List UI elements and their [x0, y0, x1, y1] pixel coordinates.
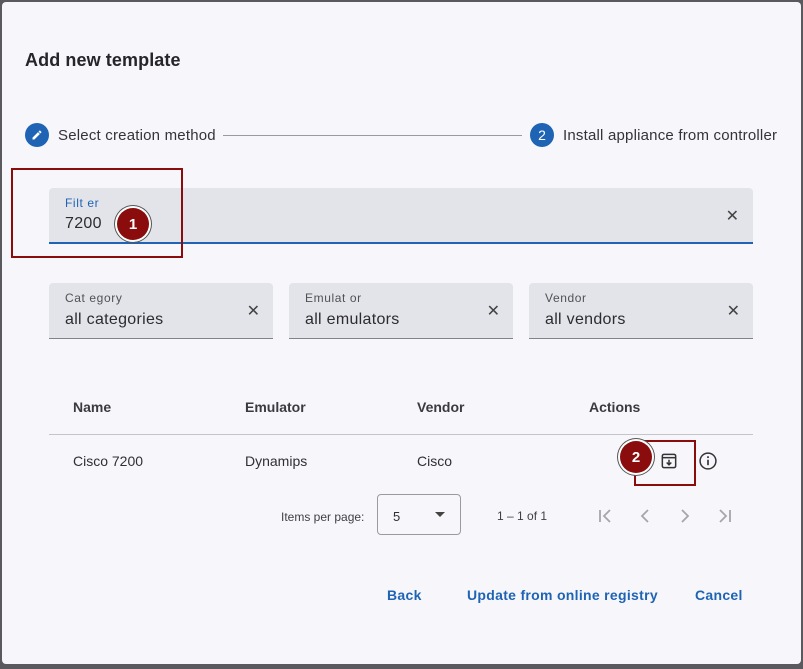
category-value: all categories	[65, 311, 164, 328]
close-icon[interactable]: ✕	[247, 304, 260, 320]
cancel-button[interactable]: Cancel	[695, 587, 743, 603]
cell-vendor: Cisco	[417, 453, 453, 469]
step-install-appliance[interactable]: 2 Install appliance from controller	[530, 123, 777, 147]
column-header-vendor[interactable]: Vendor	[417, 399, 464, 415]
update-registry-button[interactable]: Update from online registry	[467, 587, 658, 603]
next-page-icon[interactable]	[673, 504, 697, 528]
cell-name: Cisco 7200	[73, 453, 144, 469]
step-select-creation-method[interactable]: Select creation method	[25, 123, 216, 147]
page-size-value: 5	[393, 509, 401, 524]
column-header-emulator[interactable]: Emulator	[245, 399, 306, 415]
filter-highlight-box	[11, 168, 183, 258]
category-select[interactable]: Cat egory all categories ✕	[49, 283, 273, 339]
page-size-select[interactable]: 5	[377, 494, 461, 535]
back-button[interactable]: Back	[387, 587, 422, 603]
close-icon[interactable]: ✕	[726, 209, 739, 225]
column-header-actions: Actions	[589, 399, 641, 415]
last-page-icon[interactable]	[713, 504, 737, 528]
cell-emulator: Dynamips	[245, 453, 308, 469]
stepper-divider	[223, 135, 522, 136]
emulator-label: Emulat or	[305, 291, 362, 305]
category-label: Cat egory	[65, 291, 123, 305]
add-template-dialog: Add new template Select creation method …	[2, 2, 801, 664]
table-divider	[49, 434, 753, 435]
step-label: Select creation method	[58, 126, 216, 144]
close-icon[interactable]: ✕	[487, 304, 500, 320]
step-number: 2	[530, 123, 554, 147]
dialog-title: Add new template	[25, 50, 181, 70]
close-icon[interactable]: ✕	[727, 304, 740, 320]
emulator-value: all emulators	[305, 311, 400, 328]
page-range-label: 1 – 1 of 1	[497, 509, 548, 523]
pencil-icon	[25, 123, 49, 147]
items-per-page-label: Items per page:	[281, 510, 365, 524]
first-page-icon[interactable]	[593, 504, 617, 528]
step-label: Install appliance from controller	[563, 126, 778, 144]
vendor-label: Vendor	[545, 291, 587, 305]
chevron-down-icon	[435, 512, 445, 517]
vendor-select[interactable]: Vendor all vendors ✕	[529, 283, 753, 339]
callout-badge-1: 1	[117, 208, 149, 240]
previous-page-icon[interactable]	[633, 504, 657, 528]
emulator-select[interactable]: Emulat or all emulators ✕	[289, 283, 513, 339]
callout-badge-2: 2	[620, 441, 652, 473]
column-header-name[interactable]: Name	[73, 399, 111, 415]
vendor-value: all vendors	[545, 311, 626, 328]
info-icon[interactable]	[698, 451, 718, 471]
